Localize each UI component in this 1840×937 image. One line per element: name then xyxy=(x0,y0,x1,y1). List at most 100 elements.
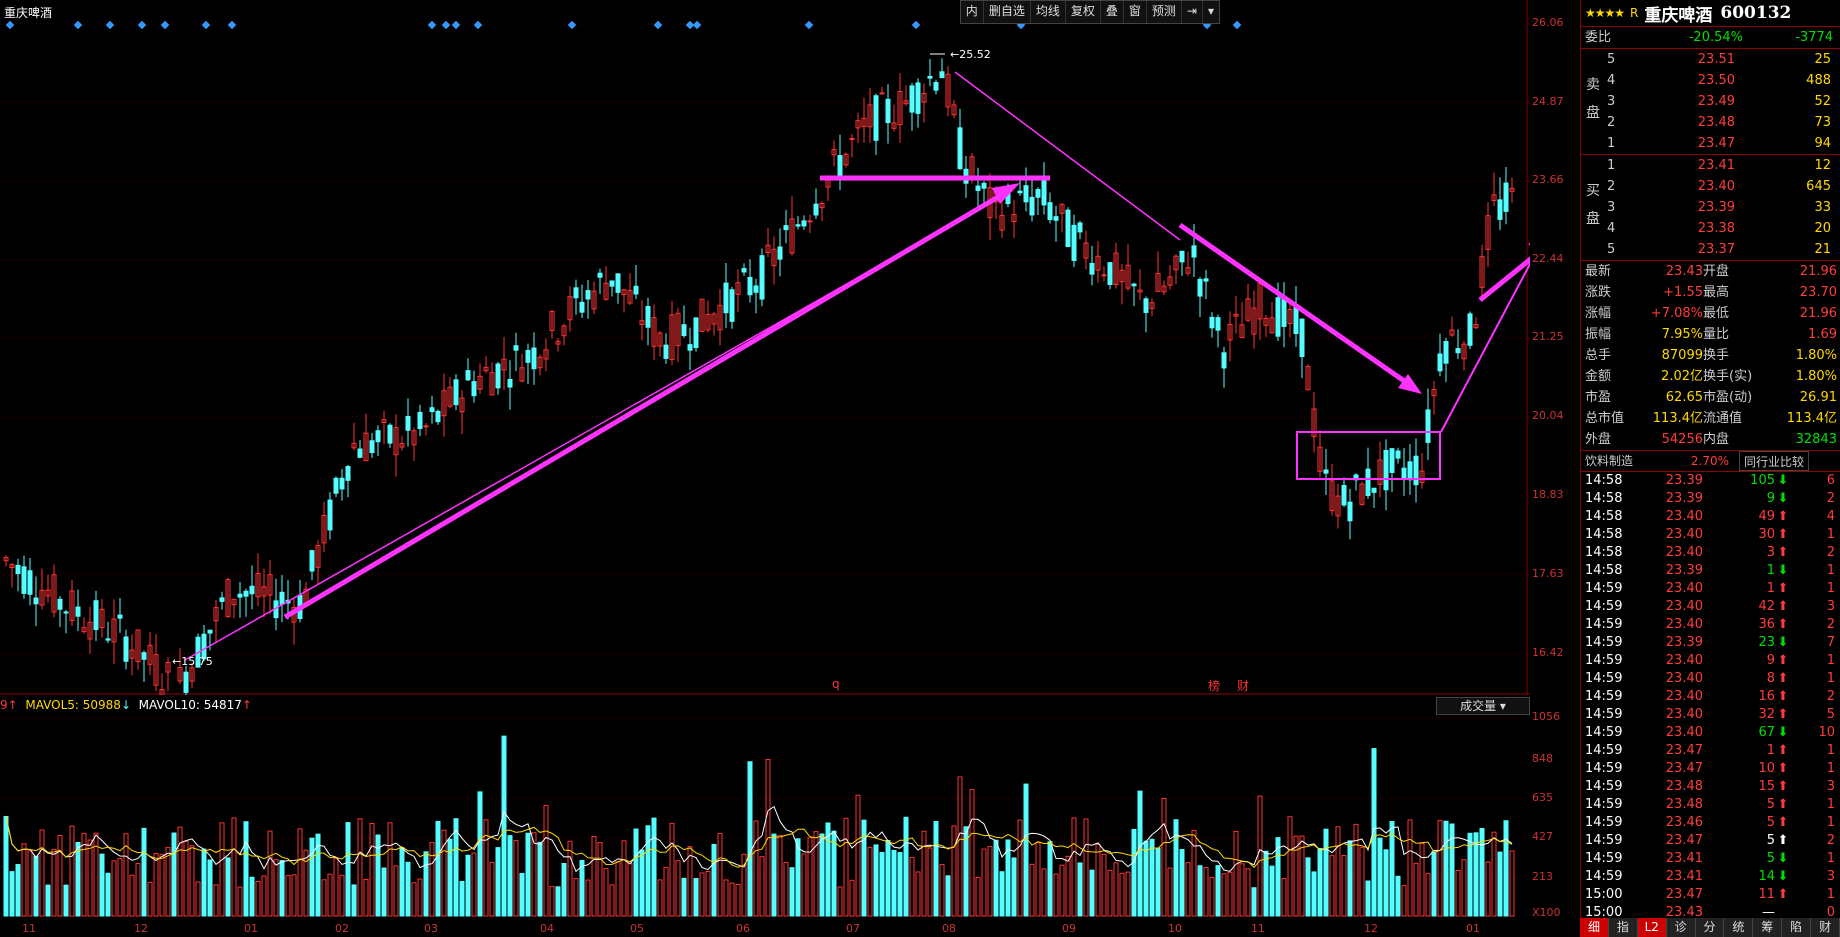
candle-body xyxy=(1041,180,1047,206)
toolbar-forecast-button[interactable]: 预测 xyxy=(1147,1,1182,23)
tick-row[interactable]: 14:59 23.40 36 ⬆ 2 xyxy=(1581,616,1840,634)
buy-level-row[interactable]: 3 23.39 33 xyxy=(1581,197,1840,218)
info-marker-icon[interactable] xyxy=(451,20,461,30)
volume-bar xyxy=(1239,863,1245,917)
panel-tab-5[interactable]: 统 xyxy=(1724,918,1754,937)
info-marker-icon[interactable] xyxy=(427,20,437,30)
tick-row[interactable]: 14:59 23.40 16 ⬆ 2 xyxy=(1581,688,1840,706)
tick-row[interactable]: 14:59 23.40 42 ⬆ 3 xyxy=(1581,598,1840,616)
buy-level-row[interactable]: 4 23.38 20 xyxy=(1581,218,1840,239)
tick-count: 4 xyxy=(1826,509,1835,524)
tick-row[interactable]: 14:59 23.39 23 ⬇ 7 xyxy=(1581,634,1840,652)
info-marker-icon[interactable] xyxy=(1232,20,1242,30)
tick-row[interactable]: 14:59 23.40 9 ⬆ 1 xyxy=(1581,652,1840,670)
info-marker-icon[interactable] xyxy=(201,20,211,30)
sell-level-row[interactable]: 3 23.49 52 xyxy=(1581,91,1840,112)
volume-bar xyxy=(693,878,699,917)
volume-bar xyxy=(933,821,939,917)
panel-tab-3[interactable]: 诊 xyxy=(1667,918,1696,937)
tick-row[interactable]: 14:58 23.39 9 ⬇ 2 xyxy=(1581,490,1840,508)
tick-row[interactable]: 14:59 23.47 5 ⬆ 2 xyxy=(1581,832,1840,850)
toolbar-dropdown-icon[interactable]: ▾ xyxy=(1203,1,1219,23)
volume-bar xyxy=(135,863,141,917)
info-marker-icon[interactable] xyxy=(137,20,147,30)
tick-row[interactable]: 14:59 23.46 5 ⬆ 1 xyxy=(1581,814,1840,832)
event-tag-q[interactable]: q xyxy=(832,677,840,691)
panel-tab-6[interactable]: 筹 xyxy=(1753,918,1783,937)
volume-bar xyxy=(1107,869,1113,917)
info-marker-icon[interactable] xyxy=(227,20,237,30)
toolbar-adjust-button[interactable]: 复权 xyxy=(1066,1,1101,23)
volume-bar xyxy=(999,871,1005,917)
tick-row[interactable]: 14:59 23.47 10 ⬆ 1 xyxy=(1581,760,1840,778)
buy-level-row[interactable]: 1 23.41 12 xyxy=(1581,155,1840,176)
tick-row[interactable]: 14:58 23.40 30 ⬆ 1 xyxy=(1581,526,1840,544)
tick-list[interactable]: 14:58 23.39 105 ⬇ 6 14:58 23.39 9 ⬇ 2 14:58 23.40 49… xyxy=(1581,471,1840,922)
buy-level-row[interactable]: 2 23.40 645 xyxy=(1581,176,1840,197)
tick-row[interactable]: 14:59 23.40 32 ⬆ 5 xyxy=(1581,706,1840,724)
tick-row[interactable]: 15:00 23.47 11 ⬆ 1 xyxy=(1581,886,1840,904)
tick-row[interactable]: 14:59 23.48 15 ⬆ 3 xyxy=(1581,778,1840,796)
info-marker-icon[interactable] xyxy=(692,20,702,30)
tick-row[interactable]: 14:58 23.40 49 ⬆ 4 xyxy=(1581,508,1840,526)
toolbar-overlay-button[interactable]: 叠 xyxy=(1101,1,1124,23)
candle-body xyxy=(633,285,639,295)
tick-row[interactable]: 14:59 23.40 1 ⬆ 1 xyxy=(1581,580,1840,598)
sell-level-row[interactable]: 2 23.48 73 xyxy=(1581,112,1840,133)
industry-compare-button[interactable]: 同行业比较 xyxy=(1739,451,1810,471)
info-marker-icon[interactable] xyxy=(73,20,83,30)
info-marker-icon[interactable] xyxy=(5,20,15,30)
tick-row[interactable]: 14:58 23.39 105 ⬇ 6 xyxy=(1581,472,1840,490)
tick-row[interactable]: 14:59 23.41 14 ⬇ 3 xyxy=(1581,868,1840,886)
panel-tab-7[interactable]: 陷 xyxy=(1782,918,1812,937)
panel-tab-4[interactable]: 分 xyxy=(1696,918,1725,937)
candle-body xyxy=(909,85,915,113)
candle-body xyxy=(573,287,579,299)
sell-level-row[interactable]: 4 23.50 488 xyxy=(1581,70,1840,91)
up-arrow-icon: ⬆ xyxy=(1777,509,1789,524)
info-marker-icon[interactable] xyxy=(653,20,663,30)
tick-row[interactable]: 14:58 23.39 1 ⬇ 1 xyxy=(1581,562,1840,580)
kline-chart-area[interactable]: 重庆啤酒 内 删自选 均线 复权 叠 窗 预测 ⇥ ▾ ←25.52 ←15.7… xyxy=(0,0,1564,937)
month-axis-label: 09 xyxy=(1062,922,1076,935)
candle-body xyxy=(1089,262,1095,275)
panel-tab-8[interactable]: 财 xyxy=(1811,918,1840,937)
tick-row[interactable]: 14:59 23.40 8 ⬆ 1 xyxy=(1581,670,1840,688)
toolbar-inner-button[interactable]: 内 xyxy=(961,1,984,23)
price-axis-label: 20.04 xyxy=(1532,409,1564,422)
panel-tab-2[interactable]: L2 xyxy=(1637,918,1667,937)
info-marker-icon[interactable] xyxy=(105,20,115,30)
toolbar-remove-favorite-button[interactable]: 删自选 xyxy=(984,1,1031,23)
price-chart[interactable] xyxy=(0,0,1530,695)
info-marker-icon[interactable] xyxy=(804,20,814,30)
sell-level-row[interactable]: 5 23.51 25 xyxy=(1581,49,1840,70)
panel-tab-1[interactable]: 指 xyxy=(1609,918,1638,937)
tick-row[interactable]: 14:59 23.40 67 ⬇ 10 xyxy=(1581,724,1840,742)
tick-row[interactable]: 14:58 23.40 3 ⬆ 2 xyxy=(1581,544,1840,562)
toolbar-export-icon[interactable]: ⇥ xyxy=(1182,1,1203,23)
book-level: 3 xyxy=(1607,200,1616,215)
event-tag-rank[interactable]: 榜 xyxy=(1208,677,1220,694)
toolbar-ma-button[interactable]: 均线 xyxy=(1031,1,1066,23)
info-marker-icon[interactable] xyxy=(160,20,170,30)
tick-row[interactable]: 14:59 23.41 5 ⬇ 1 xyxy=(1581,850,1840,868)
volume-bar xyxy=(1083,818,1089,917)
candle-body xyxy=(453,379,459,406)
buy-level-row[interactable]: 5 23.37 21 xyxy=(1581,239,1840,260)
volume-bar xyxy=(873,844,879,917)
toolbar-window-button[interactable]: 窗 xyxy=(1124,1,1147,23)
sell-level-row[interactable]: 1 23.47 94 xyxy=(1581,133,1840,154)
tick-row[interactable]: 14:59 23.48 5 ⬆ 1 xyxy=(1581,796,1840,814)
tick-price: 23.39 xyxy=(1665,473,1703,488)
info-marker-icon[interactable] xyxy=(567,20,577,30)
volume-bar xyxy=(861,819,867,917)
info-marker-icon[interactable] xyxy=(911,20,921,30)
industry-row[interactable]: 饮料制造 2.70% 同行业比较 xyxy=(1581,450,1840,471)
book-level: 2 xyxy=(1607,115,1616,130)
event-tag-finance[interactable]: 财 xyxy=(1237,677,1249,694)
info-marker-icon[interactable] xyxy=(473,20,483,30)
tick-row[interactable]: 14:59 23.47 1 ⬆ 1 xyxy=(1581,742,1840,760)
panel-tab-0[interactable]: 细 xyxy=(1580,918,1609,937)
info-marker-icon[interactable] xyxy=(441,20,451,30)
volume-chart[interactable] xyxy=(0,698,1530,920)
